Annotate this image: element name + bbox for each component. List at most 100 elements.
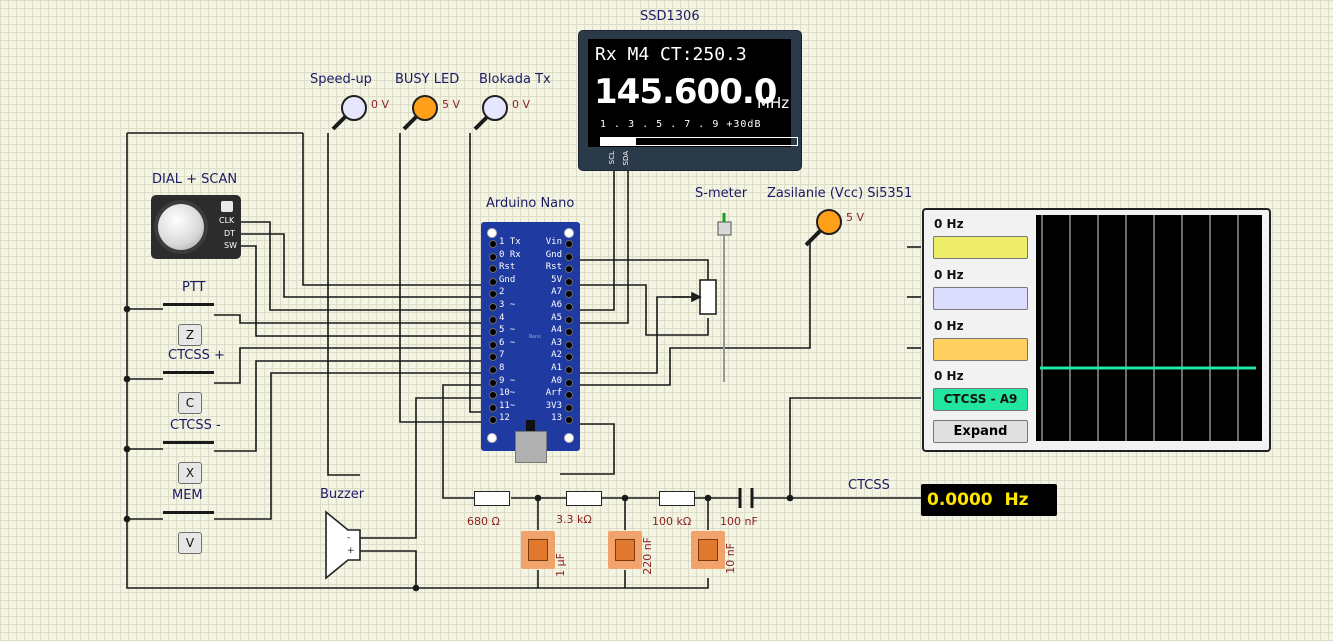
arduino-pin-right[interactable] [565, 378, 573, 387]
arduino-pin-right[interactable] [565, 265, 573, 274]
oled-signal-fill [601, 138, 637, 145]
arduino-pin-label: 7 [499, 350, 505, 361]
arduino-pin-label: 3 ~ [499, 300, 516, 310]
arduino-pin-label: 11~ [499, 400, 516, 411]
resistor-100k[interactable] [659, 491, 695, 506]
arduino-pin-left[interactable] [489, 403, 497, 412]
resistor-680[interactable] [474, 491, 510, 506]
encoder-clk-label: CLK [219, 216, 235, 225]
scope-screen [1036, 215, 1262, 441]
arduino-pin-right[interactable] [565, 353, 573, 362]
arduino-pin-right[interactable] [565, 240, 573, 248]
arduino-nano: 1 Tx Vin 0 Rx Gnd Rst Rst Gnd 5V 2 A7 3 ~ A6 4 A5 5 ~ A… [481, 222, 580, 463]
nano-chip-text: Nano [529, 334, 542, 340]
mount-hole [487, 433, 497, 443]
oled-pin-scl: SCL [608, 151, 616, 165]
resistor-680-value: 680 Ω [467, 515, 500, 528]
arduino-pin-label: 3V3 [545, 400, 562, 411]
usb-port [515, 431, 547, 463]
arduino-pin-label: 9 ~ [499, 375, 516, 386]
probe-busy-voltage: 5 V [442, 98, 461, 111]
arduino-pin-label: Arf [545, 388, 562, 399]
arduino-pin-left[interactable] [489, 378, 497, 387]
ctcss-meter-label: CTCSS [848, 478, 890, 493]
arduino-pin-label: A5 [551, 312, 562, 323]
probe-zasilanie[interactable] [816, 209, 842, 235]
button-contact [163, 441, 214, 444]
mount-hole [487, 228, 497, 238]
encoder-push-button[interactable] [221, 201, 233, 212]
key-button-x[interactable]: X [178, 462, 202, 484]
button-label: PTT [182, 280, 206, 295]
capacitor-220nf[interactable] [608, 531, 642, 569]
capacitor-body [698, 539, 718, 561]
oled-signal-bar [600, 137, 798, 146]
arduino-pin-label: A3 [551, 337, 562, 348]
arduino-pin-right[interactable] [565, 340, 573, 349]
arduino-pin-label: 13 [551, 413, 562, 424]
arduino-pin-right[interactable] [565, 315, 573, 324]
arduino-pin-label: Vin [545, 237, 562, 247]
scope-ch1-color[interactable] [933, 236, 1028, 259]
arduino-pin-left[interactable] [489, 290, 497, 299]
arduino-pin-right[interactable] [565, 366, 573, 374]
key-button-z[interactable]: Z [178, 324, 202, 346]
key-button-v[interactable]: V [178, 532, 202, 554]
arduino-pin-label: Gnd [499, 274, 516, 285]
arduino-pin-right[interactable] [565, 416, 573, 425]
arduino-pin-left[interactable] [489, 328, 497, 337]
oled-scale: 1 . 3 . 5 . 7 . 9 +30dB [600, 119, 762, 130]
arduino-pin-right[interactable] [565, 303, 573, 311]
buzzer [324, 510, 362, 580]
capacitor-10nf-value: 10 nF [724, 543, 737, 574]
oled-screen: Rx M4 CT:250.3 145.600.0 MHz 1 . 3 . 5 .… [588, 39, 798, 147]
key-button-c[interactable]: C [178, 392, 202, 414]
scope-expand-button[interactable]: Expand [933, 420, 1028, 443]
rotary-encoder[interactable]: CLK DT SW [151, 195, 241, 259]
arduino-pin-right[interactable] [565, 290, 573, 299]
encoder-knob[interactable] [158, 204, 204, 250]
arduino-pin-label: A6 [551, 300, 562, 310]
arduino-pin-right[interactable] [565, 403, 573, 412]
arduino-pin-left[interactable] [489, 265, 497, 274]
arduino-pin-left[interactable] [489, 315, 497, 324]
scope-ch3-color[interactable] [933, 338, 1028, 361]
arduino-pin-left[interactable] [489, 353, 497, 362]
arduino-pin-left[interactable] [489, 391, 497, 400]
arduino-pin-left[interactable] [489, 303, 497, 311]
arduino-pin-right[interactable] [565, 252, 573, 261]
oscilloscope: 0 Hz 0 Hz 0 Hz 0 Hz CTCSS - A9 Expand [922, 208, 1271, 452]
arduino-pin-label: 4 [499, 312, 505, 323]
probe-zasilanie-voltage: 5 V [846, 211, 865, 224]
capacitor-1uf[interactable] [521, 531, 555, 569]
probe-busy-led[interactable] [412, 95, 438, 121]
mount-hole [564, 228, 574, 238]
arduino-pin-left[interactable] [489, 366, 497, 374]
scope-ch2-color[interactable] [933, 287, 1028, 310]
arduino-pin-left[interactable] [489, 240, 497, 248]
arduino-pin-right[interactable] [565, 277, 573, 286]
probe-blokada-tx[interactable] [482, 95, 508, 121]
capacitor-1uf-value: 1 µF [554, 553, 567, 577]
ctcss-unit: Hz [1004, 490, 1029, 510]
smeter-slider[interactable] [716, 220, 733, 237]
arduino-pin-left[interactable] [489, 252, 497, 261]
capacitor-10nf[interactable] [691, 531, 725, 569]
arduino-pin-right[interactable] [565, 328, 573, 337]
arduino-pin-left[interactable] [489, 340, 497, 349]
arduino-pin-right[interactable] [565, 391, 573, 400]
buzzer-label: Buzzer [320, 487, 365, 502]
mount-hole [564, 433, 574, 443]
scope-ch4-ctcss[interactable]: CTCSS - A9 [933, 388, 1028, 411]
probe-speedup[interactable] [341, 95, 367, 121]
resistor-3k3[interactable] [566, 491, 602, 506]
arduino-pin-left[interactable] [489, 416, 497, 425]
arduino-pin-label: 1 Tx [499, 237, 521, 247]
probe-speedup-voltage: 0 V [371, 98, 390, 111]
arduino-pin-left[interactable] [489, 277, 497, 286]
arduino-pin-label: 5 ~ [499, 325, 516, 336]
scope-ch4-freq: 0 Hz [934, 369, 964, 383]
oled-pin-sda: SDA [622, 151, 630, 166]
arduino-pin-label: Rst [545, 262, 562, 273]
ctcss-value: 0.0000 [927, 490, 993, 510]
